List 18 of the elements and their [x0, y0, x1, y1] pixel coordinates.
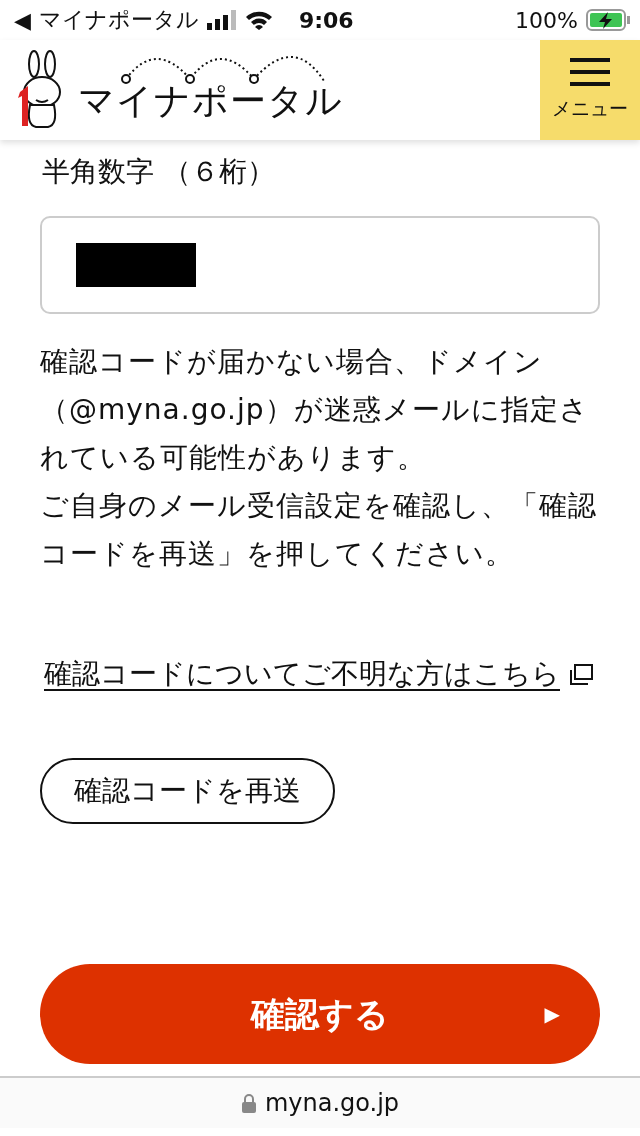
signal-icon [206, 10, 237, 30]
logo-text[interactable]: マイナポータル [78, 54, 343, 126]
notice-text: 確認コードが届かない場合、ドメイン（@myna.go.jp）が迷惑メールに指定されている可能性があります。 [40, 344, 590, 476]
back-arrow-text[interactable]: ◀ [14, 7, 31, 33]
battery-percent: 100% [515, 7, 578, 33]
wifi-icon [244, 10, 273, 30]
back-app-label[interactable]: マイナポータル [38, 5, 199, 35]
menu-icon [570, 58, 610, 86]
url-text[interactable]: myna.go.jp [264, 1089, 400, 1117]
clock-time: 9:06 [298, 7, 354, 33]
resend-code-button[interactable]: 確認コードを再送 [40, 758, 335, 824]
menu-button[interactable]: メニュー [540, 40, 640, 140]
play-arrow-icon: ▶ [544, 990, 560, 1038]
field-label: 半角数字 （６桁） [42, 154, 276, 190]
code-input-field[interactable] [40, 216, 600, 314]
confirm-button[interactable]: 確認する ▶ [40, 964, 600, 1064]
notice-text: ご自身のメール受信設定を確認し、「確認コードを再送」を押してください。 [40, 488, 598, 572]
help-link[interactable]: 確認コードについてご不明な方はこちら [44, 650, 600, 698]
